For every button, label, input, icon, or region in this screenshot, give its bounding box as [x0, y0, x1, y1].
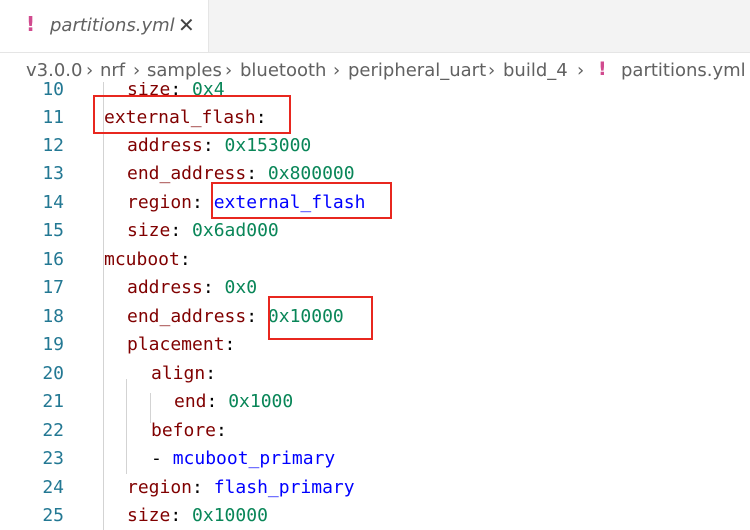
line-number: 16: [42, 249, 64, 270]
chevron-right-icon: ›: [86, 60, 94, 81]
code-line: 21 end: 0x1000: [0, 388, 750, 417]
tab-label: partitions.yml: [50, 15, 175, 36]
yaml-value: 0x800000: [267, 163, 355, 184]
line-number: 17: [42, 277, 64, 298]
line-number: 21: [42, 391, 64, 412]
yaml-value: mcuboot_primary: [172, 448, 336, 469]
code-line: 20 align:: [0, 360, 750, 389]
code-line: 17 address: 0x0: [0, 274, 750, 303]
code-line: 16 mcuboot:: [0, 246, 750, 275]
yaml-key: address: [127, 135, 203, 156]
breadcrumb-item-bluetooth[interactable]: bluetooth: [240, 60, 326, 81]
chevron-right-icon: ›: [577, 60, 585, 81]
breadcrumb-item-peripheral-uart[interactable]: peripheral_uart: [348, 60, 486, 81]
line-number: 24: [42, 477, 64, 498]
yaml-key: align: [151, 363, 206, 384]
code-line: 19 placement:: [0, 331, 750, 360]
code-line: 25 size: 0x10000: [0, 502, 750, 530]
yaml-list-dash: -: [151, 448, 162, 469]
code-line: 24 region: flash_primary: [0, 474, 750, 503]
yaml-key: end: [174, 391, 207, 412]
code-editor[interactable]: 10 size: 0x4 11 external_flash: 12 addre…: [0, 82, 750, 530]
line-number: 15: [42, 220, 64, 241]
line-number: 12: [42, 135, 64, 156]
yaml-file-icon: !: [598, 58, 607, 80]
yaml-key: size: [127, 505, 171, 526]
yaml-key: region: [127, 477, 193, 498]
line-number: 14: [42, 192, 64, 213]
line-number: 25: [42, 505, 64, 526]
yaml-value: flash_primary: [213, 477, 355, 498]
yaml-key: region: [127, 192, 193, 213]
chevron-right-icon: ›: [488, 60, 496, 81]
line-number: 20: [42, 363, 64, 384]
highlight-box-region-value: [211, 182, 392, 219]
yaml-key: size: [127, 220, 171, 241]
tab-partitions-yml[interactable]: ! partitions.yml ✕: [0, 0, 209, 52]
yaml-value: 0x6ad000: [192, 220, 279, 241]
yaml-key: end_address: [127, 163, 247, 184]
yaml-value: 0x0: [224, 277, 258, 298]
code-line: 23 - mcuboot_primary: [0, 445, 750, 474]
yaml-key: address: [127, 277, 203, 298]
yaml-value: 0x153000: [224, 135, 312, 156]
tab-bar: ! partitions.yml ✕: [0, 0, 750, 53]
yaml-key: before: [151, 420, 217, 441]
breadcrumb-item-v3-0-0[interactable]: v3.0.0: [26, 60, 82, 81]
yaml-value: 0x10000: [192, 505, 268, 526]
breadcrumb-item-samples[interactable]: samples: [147, 60, 222, 81]
chevron-right-icon: ›: [225, 60, 233, 81]
highlight-box-external-flash-key: [93, 95, 291, 134]
code-line: 15 size: 0x6ad000: [0, 217, 750, 246]
line-number: 11: [42, 107, 64, 128]
close-icon[interactable]: ✕: [178, 13, 195, 37]
code-line: 12 address: 0x153000: [0, 132, 750, 161]
code-line: 18 end_address: 0x10000: [0, 303, 750, 332]
line-number: 13: [42, 163, 64, 184]
breadcrumb-item-build-4[interactable]: build_4: [503, 60, 568, 81]
chevron-right-icon: ›: [133, 60, 141, 81]
highlight-box-end-address-value: [268, 296, 373, 340]
yaml-key: placement: [127, 334, 225, 355]
line-number: 18: [42, 306, 64, 327]
yaml-file-icon: !: [26, 12, 36, 36]
yaml-value: 0x1000: [228, 391, 294, 412]
line-number: 10: [42, 82, 64, 100]
line-number: 23: [42, 448, 64, 469]
chevron-right-icon: ›: [333, 60, 341, 81]
line-number: 19: [42, 334, 64, 355]
line-number: 22: [42, 420, 64, 441]
yaml-key: end_address: [127, 306, 247, 327]
breadcrumb-item-file[interactable]: partitions.yml: [621, 60, 746, 81]
code-line: 22 before:: [0, 417, 750, 446]
yaml-key: mcuboot: [104, 249, 180, 270]
breadcrumb-item-nrf[interactable]: nrf: [100, 60, 125, 81]
